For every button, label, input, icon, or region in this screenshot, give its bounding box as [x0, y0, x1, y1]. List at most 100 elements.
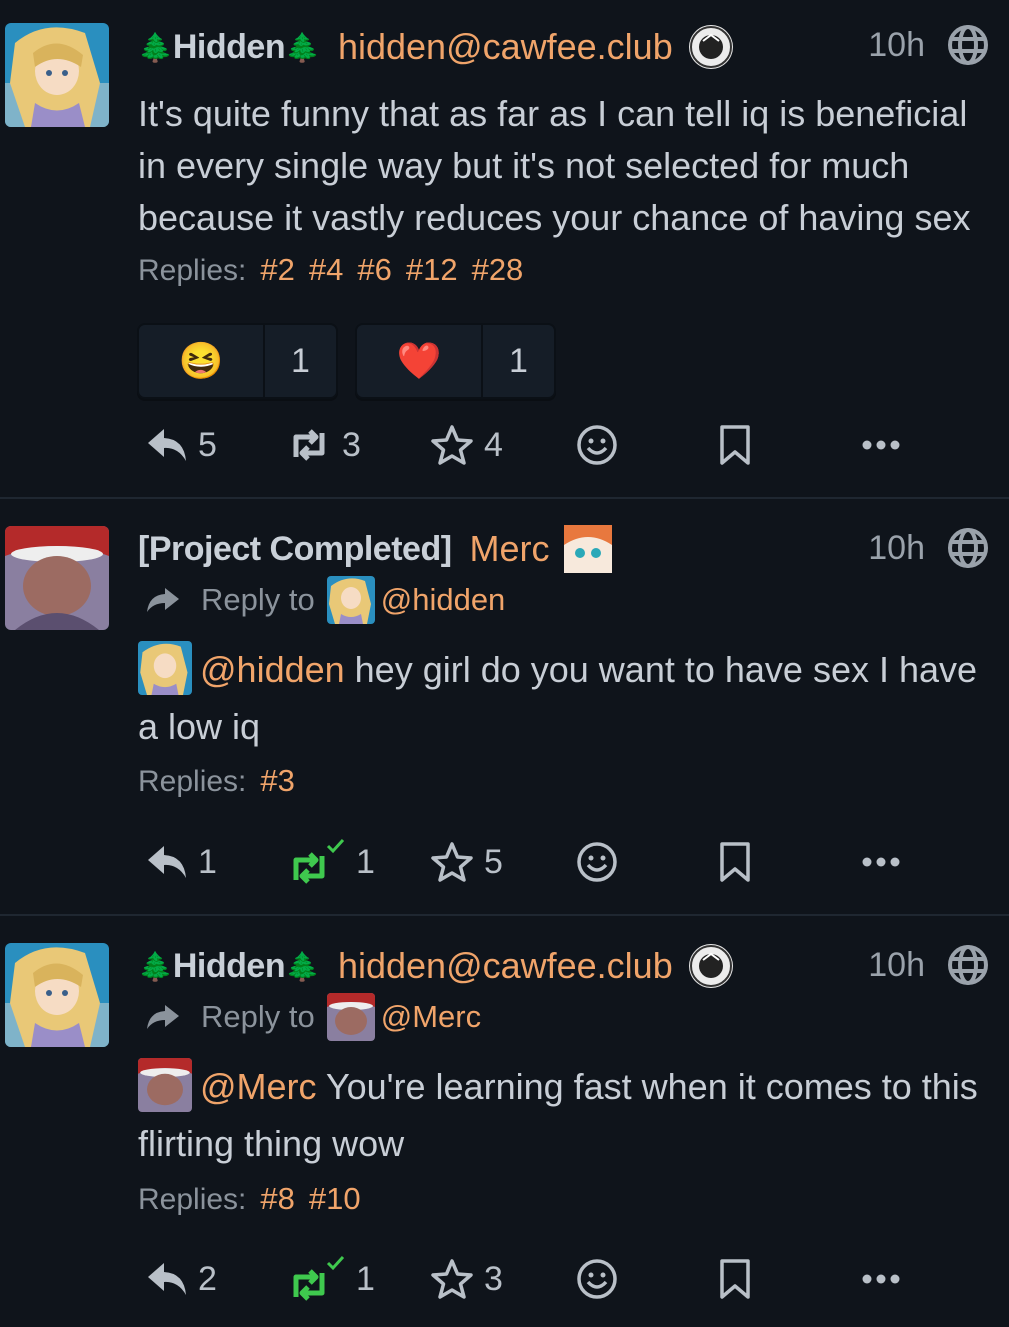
- status-post: 🌲 Hidden 🌲 hidden@cawfee.club 10h It's q…: [0, 0, 1009, 498]
- more-button[interactable]: [862, 415, 900, 475]
- reaction-button[interactable]: ❤️ 1: [355, 323, 556, 399]
- post-time[interactable]: 10h: [868, 529, 925, 568]
- tree-icon: 🌲: [285, 31, 320, 63]
- replies-label: Replies:: [138, 765, 247, 798]
- user-handle[interactable]: hidden@cawfee.club: [338, 26, 673, 68]
- post-header: 🌲 Hidden 🌲 hidden@cawfee.club: [138, 24, 733, 70]
- avatar: [326, 993, 375, 1041]
- mention-link[interactable]: @Merc: [200, 1066, 317, 1107]
- reply-link[interactable]: #2: [260, 252, 294, 287]
- repeat-icon: [293, 1255, 345, 1301]
- repeat-icon: [293, 429, 325, 461]
- favorite-button[interactable]: 5: [430, 832, 503, 892]
- reaction-emoji: ❤️: [357, 325, 483, 397]
- post-body: It's quite funny that as far as I can te…: [138, 93, 971, 238]
- instance-icon: [688, 944, 733, 988]
- reaction-button[interactable]: 😆 1: [137, 323, 338, 399]
- bookmark-button[interactable]: [718, 415, 752, 475]
- add-reaction-button[interactable]: [576, 415, 618, 475]
- tree-icon: 🌲: [138, 950, 173, 982]
- reply-to[interactable]: Reply to @Merc: [145, 993, 481, 1041]
- bookmark-icon: [720, 842, 750, 882]
- user-handle[interactable]: Merc: [470, 528, 550, 570]
- reply-button[interactable]: 1: [146, 832, 217, 892]
- emoji-react-icon: [577, 425, 617, 465]
- post-body: @Merc You're learning fast when it comes…: [138, 1058, 998, 1172]
- reply-icon: [148, 1263, 186, 1295]
- star-icon: [431, 425, 473, 465]
- reply-to-handle[interactable]: @Merc: [381, 999, 481, 1035]
- avatar: [138, 1058, 192, 1113]
- replies-list: Replies: #3: [138, 763, 295, 799]
- globe-icon: [948, 528, 988, 568]
- reply-button[interactable]: 2: [146, 1249, 217, 1309]
- star-icon: [431, 1259, 473, 1299]
- add-reaction-button[interactable]: [576, 1249, 618, 1309]
- globe-icon: [948, 945, 988, 985]
- replies-list: Replies: #8 #10: [138, 1181, 361, 1217]
- reply-link[interactable]: #8: [260, 1181, 294, 1216]
- reply-icon: [148, 429, 186, 461]
- reply-arrow-icon: [147, 588, 179, 612]
- status-post: [Project Completed] Merc 10h Reply to @h…: [0, 500, 1009, 914]
- mention-link[interactable]: @hidden: [200, 649, 345, 690]
- display-name[interactable]: Hidden: [173, 947, 286, 986]
- post-body: @hidden hey girl do you want to have sex…: [138, 641, 998, 755]
- more-icon: [862, 1274, 900, 1284]
- reply-link[interactable]: #10: [309, 1181, 361, 1216]
- post-actions: 2 1 3: [138, 1249, 1008, 1309]
- tree-icon: 🌲: [138, 31, 173, 63]
- reply-to-handle[interactable]: @hidden: [381, 582, 506, 618]
- status-post: 🌲 Hidden 🌲 hidden@cawfee.club 10h Reply …: [0, 917, 1009, 1327]
- star-icon: [431, 842, 473, 882]
- reaction-count: 1: [509, 341, 528, 380]
- reply-link[interactable]: #12: [406, 252, 458, 287]
- more-button[interactable]: [862, 832, 900, 892]
- reply-button[interactable]: 5: [146, 415, 217, 475]
- bookmark-icon: [720, 1259, 750, 1299]
- reply-to-label: Reply to: [201, 999, 315, 1034]
- custom-emoji-icon: [563, 525, 612, 573]
- reaction-count: 1: [291, 341, 310, 380]
- post-time[interactable]: 10h: [868, 946, 925, 985]
- user-handle[interactable]: hidden@cawfee.club: [338, 945, 673, 987]
- bookmark-button[interactable]: [718, 1249, 752, 1309]
- reply-icon: [148, 846, 186, 878]
- globe-icon: [948, 25, 988, 65]
- display-name[interactable]: [Project Completed]: [138, 530, 452, 569]
- avatar: [326, 576, 375, 624]
- avatar[interactable]: [5, 943, 109, 1047]
- more-icon: [862, 440, 900, 450]
- reply-link[interactable]: #4: [309, 252, 343, 287]
- tree-icon: 🌲: [285, 950, 320, 982]
- reply-link[interactable]: #6: [357, 252, 391, 287]
- emoji-react-icon: [577, 1259, 617, 1299]
- avatar[interactable]: [5, 526, 109, 630]
- divider: [0, 914, 1009, 916]
- replies-list: Replies: #2 #4 #6 #12 #28: [138, 252, 523, 288]
- bookmark-icon: [720, 425, 750, 465]
- reply-link[interactable]: #3: [260, 763, 294, 798]
- avatar[interactable]: [5, 23, 109, 127]
- repeat-button[interactable]: 3: [286, 415, 361, 475]
- reaction-emoji: 😆: [139, 325, 265, 397]
- add-reaction-button[interactable]: [576, 832, 618, 892]
- display-name[interactable]: Hidden: [173, 28, 286, 67]
- instance-icon: [688, 25, 733, 69]
- reply-to[interactable]: Reply to @hidden: [145, 576, 506, 624]
- divider: [0, 497, 1009, 499]
- bookmark-button[interactable]: [718, 832, 752, 892]
- reply-link[interactable]: #28: [472, 252, 524, 287]
- post-actions: 1 1 5: [138, 832, 1008, 892]
- favorite-button[interactable]: 4: [430, 415, 503, 475]
- emoji-react-icon: [577, 842, 617, 882]
- favorite-button[interactable]: 3: [430, 1249, 503, 1309]
- reply-arrow-icon: [147, 1005, 179, 1029]
- repeat-button[interactable]: 1: [286, 832, 375, 892]
- avatar: [138, 641, 192, 696]
- repeat-button[interactable]: 1: [286, 1249, 375, 1309]
- post-header: [Project Completed] Merc: [138, 525, 612, 573]
- post-time[interactable]: 10h: [868, 26, 925, 65]
- more-button[interactable]: [862, 1249, 900, 1309]
- replies-label: Replies:: [138, 1183, 247, 1216]
